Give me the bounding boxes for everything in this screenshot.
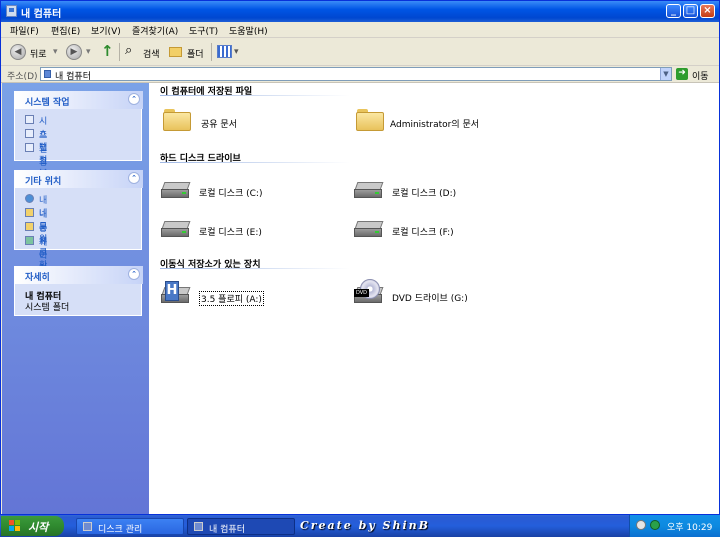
- my-computer-icon: [194, 522, 203, 531]
- panel-title: 시스템 작업: [25, 98, 70, 108]
- item-drive-e[interactable]: 로컬 디스크 (E:): [161, 215, 341, 245]
- start-label: 시작: [28, 521, 49, 534]
- system-tasks-panel: 시스템 작업⌃ 시스템 정보 표시 프로그램 추가/제거 설정 변경: [14, 91, 143, 232]
- item-drive-c[interactable]: 로컬 디스크 (C:): [161, 176, 341, 206]
- search-icon[interactable]: ⌕: [125, 43, 132, 58]
- collapse-chevron-icon[interactable]: ⌃: [128, 93, 140, 105]
- address-bar: 주소(D) 내 컴퓨터 ▼ ➜ 이동: [1, 66, 719, 83]
- floppy-drive-icon: H: [161, 281, 191, 305]
- folders-button[interactable]: 폴더: [187, 47, 204, 60]
- menu-file[interactable]: 파일(F): [10, 24, 39, 37]
- group-divider: [160, 162, 350, 163]
- toolbar-separator: [119, 43, 120, 61]
- forward-dropdown-icon[interactable]: ▾: [86, 47, 91, 57]
- item-shared-documents[interactable]: 공유 문서: [163, 107, 343, 137]
- menu-view[interactable]: 보기(V): [91, 24, 121, 37]
- taskbar-item-my-computer[interactable]: 내 컴퓨터: [187, 518, 295, 535]
- menu-bar: 파일(F) 편집(E) 보기(V) 즐겨찾기(A) 도구(T) 도움말(H): [1, 22, 719, 59]
- folder-icon: [25, 222, 34, 231]
- hard-drive-icon: [354, 180, 384, 200]
- minimize-button[interactable]: _: [666, 4, 681, 18]
- maximize-button[interactable]: □: [683, 4, 698, 18]
- forward-arrow-icon[interactable]: ▶: [66, 44, 82, 60]
- back-arrow-icon[interactable]: ◀: [10, 44, 26, 60]
- my-computer-icon: [6, 5, 17, 17]
- panel-header[interactable]: 자세히 ⌃: [15, 266, 143, 284]
- other-places-panel: 기타 위치⌃ 내 네트워크 환경 내 문서 공유 문서 제어판: [14, 170, 143, 284]
- watermark-text: Create by ShinB: [300, 519, 430, 532]
- panel-title: 자세히: [25, 273, 50, 283]
- go-button[interactable]: 이동: [692, 69, 709, 82]
- menu-edit[interactable]: 편집(E): [51, 24, 80, 37]
- hard-drive-icon: [161, 180, 191, 200]
- panel-title: 기타 위치: [25, 177, 62, 187]
- settings-icon: [25, 143, 34, 152]
- item-dvd-g[interactable]: DVD DVD 드라이브 (G:): [354, 279, 534, 311]
- hard-drive-icon: [161, 219, 191, 239]
- menu-favorites[interactable]: 즐겨찾기(A): [132, 24, 178, 37]
- taskbar: 시작 디스크 관리 내 컴퓨터 Create by ShinB 오후 10:29: [0, 515, 720, 537]
- system-info-icon: [25, 115, 34, 124]
- windows-flag-icon: [9, 520, 21, 532]
- address-label: 주소(D): [7, 72, 38, 82]
- menu-tools[interactable]: 도구(T): [189, 24, 218, 37]
- collapse-chevron-icon[interactable]: ⌃: [128, 268, 140, 280]
- panel-header[interactable]: 시스템 작업 ⌃: [15, 91, 143, 109]
- explorer-window: 내 컴퓨터 _ □ × 파일(F) 편집(E) 보기(V) 즐겨찾기(A) 도구…: [0, 0, 720, 515]
- hard-drive-icon: [354, 219, 384, 239]
- folders-icon[interactable]: [169, 47, 182, 57]
- window-title: 내 컴퓨터: [21, 9, 62, 20]
- back-button[interactable]: 뒤로: [30, 47, 47, 60]
- content-area: 이 컴퓨터에 저장된 파일 공유 문서 Administrator의 문서 하드…: [149, 83, 719, 514]
- speaker-icon[interactable]: [636, 520, 646, 530]
- panel-header[interactable]: 기타 위치 ⌃: [15, 170, 143, 188]
- title-bar[interactable]: 내 컴퓨터 _ □ ×: [1, 1, 719, 22]
- network-status-icon[interactable]: [650, 520, 660, 530]
- go-arrow-icon[interactable]: ➜: [676, 68, 688, 80]
- menu-help[interactable]: 도움말(H): [229, 24, 268, 37]
- details-type: 시스템 폴더: [25, 303, 70, 313]
- control-panel-icon: [25, 236, 34, 245]
- screen-bottom-margin: [0, 537, 720, 543]
- views-icon[interactable]: [217, 45, 232, 58]
- details-panel: 자세히 ⌃ 내 컴퓨터 시스템 폴더: [14, 266, 143, 316]
- views-dropdown-icon[interactable]: ▾: [234, 47, 239, 57]
- task-pane: 시스템 작업⌃ 시스템 정보 표시 프로그램 추가/제거 설정 변경 기타 위치…: [2, 83, 149, 514]
- folder-icon: [356, 109, 384, 131]
- my-computer-icon: [44, 70, 51, 78]
- network-icon: [25, 194, 34, 203]
- group-divider: [160, 95, 350, 96]
- search-button[interactable]: 검색: [143, 47, 160, 60]
- folder-icon: [163, 109, 191, 131]
- up-folder-icon[interactable]: ↑: [101, 42, 114, 60]
- address-dropdown-icon[interactable]: ▼: [660, 68, 671, 80]
- item-drive-f[interactable]: 로컬 디스크 (F:): [354, 215, 534, 245]
- toolbar: ◀ 뒤로 ▾ ▶ ▾ ↑ ⌕ 검색 폴더 ▾: [1, 38, 719, 66]
- toolbar-separator: [211, 43, 212, 61]
- item-administrator-documents[interactable]: Administrator의 문서: [356, 107, 536, 137]
- folder-icon: [25, 208, 34, 217]
- collapse-chevron-icon[interactable]: ⌃: [128, 172, 140, 184]
- group-divider: [160, 268, 350, 269]
- dvd-drive-icon: DVD: [354, 279, 384, 305]
- item-drive-d[interactable]: 로컬 디스크 (D:): [354, 176, 534, 206]
- system-tray: 오후 10:29: [629, 515, 720, 537]
- disk-management-icon: [83, 522, 92, 531]
- item-floppy-a[interactable]: H 3.5 플로피 (A:): [161, 281, 341, 311]
- address-field[interactable]: 내 컴퓨터 ▼: [40, 67, 672, 82]
- programs-icon: [25, 129, 34, 138]
- clock[interactable]: 오후 10:29: [667, 520, 712, 533]
- taskbar-item-disk-management[interactable]: 디스크 관리: [76, 518, 184, 535]
- close-button[interactable]: ×: [700, 4, 715, 18]
- address-value: 내 컴퓨터: [55, 72, 91, 82]
- start-button[interactable]: 시작: [1, 516, 64, 536]
- back-dropdown-icon[interactable]: ▾: [53, 47, 58, 57]
